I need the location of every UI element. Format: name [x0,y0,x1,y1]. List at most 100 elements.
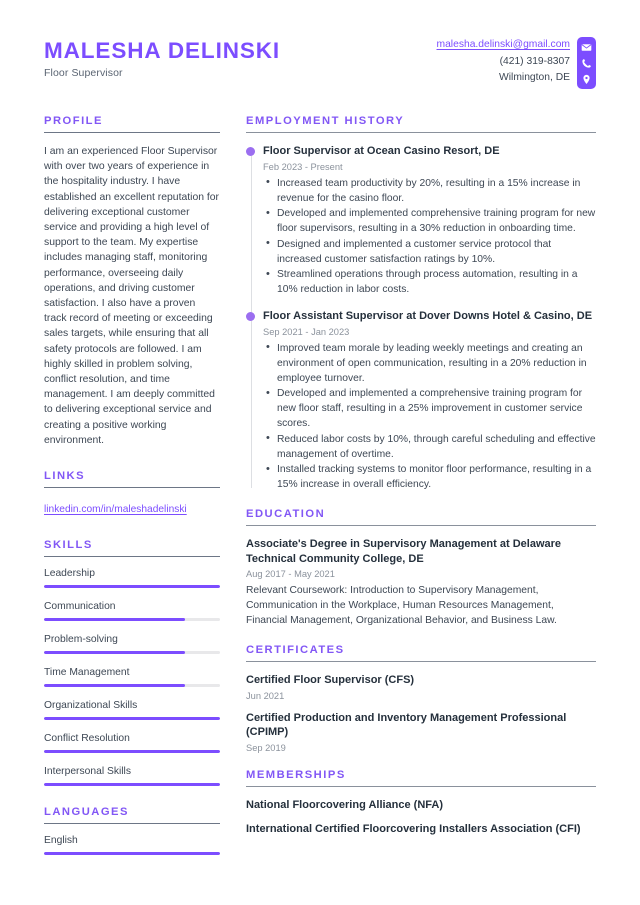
employment-timeline: Floor Supervisor at Ocean Casino Resort,… [246,144,596,492]
language-track [44,852,220,856]
certificate-date: Sep 2019 [246,742,286,753]
skill-label: Time Management [44,667,130,679]
skill-label: Conflict Resolution [44,733,130,745]
contact-email-row: malesha.delinski@gmail.com [437,37,571,54]
job-bullet: Streamlined operations through process a… [263,267,596,297]
link-item-linkedin[interactable]: linkedin.com/in/maleshadelinski [44,504,187,515]
phone-icon [581,58,592,69]
timeline-dot-icon [246,312,255,321]
section-divider [44,487,220,489]
skills-list: Leadership Communication Problem-solving [44,568,220,787]
section-education: EDUCATION Associate's Degree in Supervis… [246,508,596,628]
job-entry: Floor Supervisor at Ocean Casino Resort,… [246,144,596,298]
resume-page: MALESHA DELINSKI Floor Supervisor malesh… [0,0,640,905]
education-entry: Associate's Degree in Supervisory Manage… [246,537,596,628]
contact-phone: (421) 319-8307 [499,55,570,67]
language-item: English [44,835,220,856]
location-pin-icon [581,74,592,85]
skill-item: Time Management [44,667,220,688]
job-date-range: Sep 2021 - Jan 2023 [263,326,350,337]
identity-block: MALESHA DELINSKI Floor Supervisor [44,34,280,79]
job-date-range: Feb 2023 - Present [263,161,343,172]
section-profile: PROFILE I am an experienced Floor Superv… [44,115,220,448]
skill-label: Communication [44,601,116,613]
membership-entry: National Floorcovering Alliance (NFA) [246,798,444,811]
language-label: English [44,835,78,847]
job-bullet-list: Increased team productivity by 20%, resu… [263,175,596,298]
contact-icon-rail [577,37,596,89]
candidate-name: MALESHA DELINSKI [44,38,281,63]
candidate-job-title: Floor Supervisor [44,67,123,80]
skill-level-bar [44,618,185,622]
skill-label: Interpersonal Skills [44,766,131,778]
certificate-title: Certified Floor Supervisor (CFS) [246,674,415,686]
job-bullet: Designed and implemented a customer serv… [263,236,596,267]
skill-label: Problem-solving [44,634,118,646]
contact-location: Wilmington, DE [499,72,570,83]
section-title-links: LINKS [44,470,86,483]
skill-level-bar [44,783,220,787]
job-title: Floor Supervisor at Ocean Casino Resort,… [263,145,500,157]
job-bullet-list: Improved team morale by leading weekly m… [263,340,596,493]
skill-track [44,651,220,655]
language-level-bar [44,852,220,856]
section-divider [246,785,596,787]
section-divider [246,525,596,526]
section-divider [44,556,220,558]
section-title-memberships: MEMBERSHIPS [246,768,346,781]
section-divider [246,661,596,662]
certificate-entry: Certified Floor Supervisor (CFS) Jun 202… [246,673,596,701]
job-entry: Floor Assistant Supervisor at Dover Down… [246,309,596,493]
main-column: EMPLOYMENT HISTORY Floor Supervisor at O… [220,115,596,853]
section-employment-history: EMPLOYMENT HISTORY Floor Supervisor at O… [246,115,596,492]
resume-header: MALESHA DELINSKI Floor Supervisor malesh… [44,34,596,89]
section-title-skills: SKILLS [44,539,93,552]
section-links: LINKS linkedin.com/in/maleshadelinski [44,470,220,517]
job-title: Floor Assistant Supervisor at Dover Down… [263,310,593,322]
section-memberships: MEMBERSHIPS National Floorcovering Allia… [246,769,596,837]
section-title-profile: PROFILE [44,115,103,127]
skill-track [44,585,220,589]
skill-item: Conflict Resolution [44,733,220,754]
membership-entry: International Certified Floorcovering In… [246,823,581,835]
section-certificates: CERTIFICATES Certified Floor Supervisor … [246,644,596,753]
job-bullet: Developed and implemented comprehensive … [263,206,596,236]
section-title-education: EDUCATION [246,508,326,520]
skill-level-bar [44,651,185,655]
skill-item: Leadership [44,568,220,589]
skill-label: Organizational Skills [44,700,138,712]
job-bullet: Increased team productivity by 20%, resu… [263,175,596,206]
skill-track [44,783,220,787]
certificate-title: Certified Production and Inventory Manag… [246,711,567,739]
skill-track [44,618,220,622]
skill-track [44,684,220,688]
section-title-certificates: CERTIFICATES [246,644,345,656]
timeline-dot-icon [246,147,255,156]
section-divider [44,823,220,825]
section-divider [44,132,220,133]
contact-details: malesha.delinski@gmail.com (421) 319-830… [437,37,571,87]
education-date-range: Aug 2017 - May 2021 [246,569,335,579]
education-degree: Associate's Degree in Supervisory Manage… [246,538,562,565]
skill-track [44,717,220,721]
email-link[interactable]: malesha.delinski@gmail.com [437,39,571,50]
skill-level-bar [44,585,220,589]
section-title-languages: LANGUAGES [44,806,129,819]
skill-level-bar [44,684,185,688]
envelope-icon [581,42,592,53]
section-divider [246,132,596,133]
certificate-date: Jun 2021 [246,690,285,701]
job-bullet: Installed tracking systems to monitor fl… [263,462,596,492]
skill-item: Problem-solving [44,634,220,655]
resume-body: PROFILE I am an experienced Floor Superv… [44,115,596,872]
certificate-entry: Certified Production and Inventory Manag… [246,711,596,753]
job-bullet: Improved team morale by leading weekly m… [263,340,596,386]
section-title-employment: EMPLOYMENT HISTORY [246,115,405,127]
section-languages: LANGUAGES English [44,806,220,856]
skill-label: Leadership [44,568,95,580]
sidebar-column: PROFILE I am an experienced Floor Superv… [44,115,220,872]
education-description: Relevant Coursework: Introduction to Sup… [246,585,557,626]
job-bullet: Developed and implemented a comprehensiv… [263,386,596,431]
section-skills: SKILLS Leadership Communication Problem-… [44,539,220,787]
profile-summary-text: I am an experienced Floor Supervisor wit… [44,146,220,446]
